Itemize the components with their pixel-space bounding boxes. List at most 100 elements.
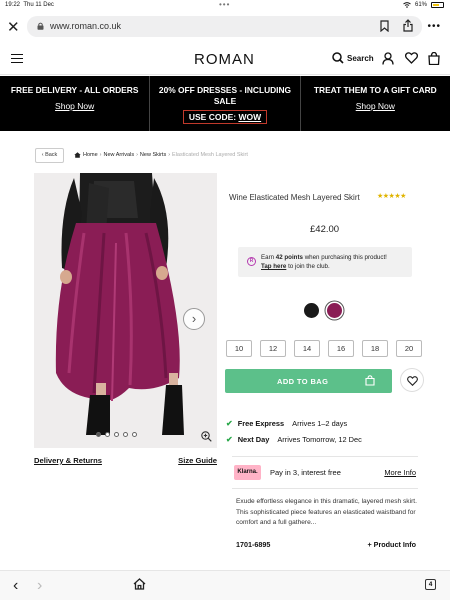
promo-title: TREAT THEM TO A GIFT CARD [313, 85, 437, 95]
site-header: ROMAN Search [0, 44, 450, 75]
breadcrumb-separator: › [99, 152, 102, 158]
browser-forward-icon[interactable]: › [37, 577, 42, 595]
delivery-detail: Arrives 1–2 days [292, 419, 348, 428]
loyalty-post: when purchasing this product! [302, 254, 387, 261]
bag-icon [365, 375, 375, 386]
loyalty-points: 42 points [275, 254, 303, 261]
heart-icon [407, 376, 418, 386]
breadcrumb: Home › New Arrivals › New Skirts › Elast… [74, 152, 248, 158]
status-date: Thu 11 Dec [23, 2, 54, 8]
next-image-arrow-icon[interactable]: › [183, 308, 205, 330]
carousel-dot[interactable] [96, 432, 101, 437]
product-code: 1701-6895 [236, 540, 271, 549]
status-bar: 19:22 Thu 11 Dec ••• 61% [0, 0, 450, 10]
breadcrumb-separator: › [168, 152, 171, 158]
product-name: Wine Elasticated Mesh Layered Skirt [229, 193, 360, 202]
status-time: 19:22 [5, 2, 21, 8]
delivery-option-next-day: ✔ Next Day Arrives Tomorrow, 12 Dec [226, 435, 362, 444]
loyalty-join-link[interactable]: Tap here [261, 263, 286, 270]
back-button[interactable]: ‹ Back [35, 148, 64, 163]
klarna-more-info-link[interactable]: More Info [384, 468, 416, 477]
search-label: Search [347, 53, 374, 63]
size-guide-link[interactable]: Size Guide [178, 456, 217, 465]
browser-home-icon[interactable] [133, 578, 146, 590]
share-icon[interactable] [403, 19, 413, 32]
size-option[interactable]: 16 [328, 340, 354, 357]
multitask-dots-icon[interactable]: ••• [219, 0, 230, 9]
promo-code-prefix: USE CODE: [188, 112, 239, 122]
size-selector: 10 12 14 16 18 20 [226, 340, 422, 357]
klarna-logo: Klarna. [234, 465, 261, 480]
account-icon[interactable] [382, 52, 394, 65]
product-image[interactable]: › [34, 173, 217, 448]
rating-stars-icon[interactable]: ★★★★★ [377, 192, 406, 200]
product-description: Exude effortless elegance in this dramat… [236, 498, 417, 526]
size-option[interactable]: 12 [260, 340, 286, 357]
hamburger-menu-icon[interactable] [11, 54, 23, 63]
tabs-count-icon[interactable]: 4 [425, 579, 436, 590]
promo-title: 20% OFF DRESSES - INCLUDING SALE [158, 85, 292, 106]
browser-back-icon[interactable]: ‹ [13, 577, 18, 595]
bookmark-icon[interactable] [380, 20, 389, 32]
carousel-dots [96, 432, 137, 437]
add-to-wishlist-button[interactable] [400, 368, 424, 392]
zoom-in-icon[interactable] [201, 431, 212, 442]
breadcrumb-home[interactable]: Home [83, 152, 98, 158]
colour-swatches [304, 303, 342, 318]
loyalty-link-post: to join the club. [286, 263, 330, 270]
check-icon: ✔ [226, 435, 233, 444]
size-option[interactable]: 20 [396, 340, 422, 357]
size-option[interactable]: 18 [362, 340, 388, 357]
promo-banner: FREE DELIVERY - ALL ORDERS Shop Now 20% … [0, 76, 450, 131]
site-logo[interactable]: ROMAN [194, 51, 255, 68]
search-icon [332, 52, 344, 64]
lock-icon [37, 22, 44, 30]
promo-title: FREE DELIVERY - ALL ORDERS [10, 85, 139, 95]
carousel-dot[interactable] [123, 432, 128, 437]
klarna-row: Klarna. Pay in 3, interest free More Inf… [234, 465, 418, 481]
promo-shop-now-link[interactable]: Shop Now [356, 101, 395, 111]
loyalty-text: Earn 42 points when purchasing this prod… [261, 253, 387, 271]
size-option[interactable]: 14 [294, 340, 320, 357]
divider [232, 488, 418, 489]
close-tab-icon[interactable]: ✕ [7, 18, 20, 36]
status-right: 61% [403, 2, 444, 8]
promo-dresses[interactable]: 20% OFF DRESSES - INCLUDING SALE USE COD… [149, 76, 299, 131]
breadcrumb-new-skirts[interactable]: New Skirts [140, 152, 166, 158]
delivery-option-express: ✔ Free Express Arrives 1–2 days [226, 419, 347, 428]
promo-code: WOW [238, 112, 262, 122]
promo-gift-card[interactable]: TREAT THEM TO A GIFT CARD Shop Now [299, 76, 450, 131]
status-time-date: 19:22 Thu 11 Dec [5, 2, 54, 8]
address-bar[interactable]: www.roman.co.uk [27, 16, 422, 37]
wishlist-heart-icon[interactable] [405, 52, 418, 64]
wifi-icon [403, 2, 411, 8]
loyalty-r-icon: R [247, 257, 256, 266]
more-options-icon[interactable]: ••• [427, 21, 441, 32]
battery-icon [431, 2, 444, 8]
check-icon: ✔ [226, 419, 233, 428]
url-text: www.roman.co.uk [50, 21, 122, 31]
swatch-black[interactable] [304, 303, 319, 318]
bag-icon[interactable] [428, 52, 440, 65]
browser-toolbar: ✕ www.roman.co.uk ••• [0, 12, 450, 42]
klarna-text: Pay in 3, interest free [270, 468, 341, 477]
browser-bottom-toolbar: ‹ › 4 [0, 570, 450, 600]
delivery-returns-link[interactable]: Delivery & Returns [34, 456, 102, 465]
add-to-bag-button[interactable]: ADD TO BAG [225, 369, 392, 393]
search-button[interactable]: Search [332, 52, 374, 64]
swatch-wine[interactable] [327, 303, 342, 318]
home-icon[interactable] [74, 152, 81, 158]
carousel-dot[interactable] [114, 432, 119, 437]
carousel-dot[interactable] [105, 432, 110, 437]
breadcrumb-current: Elasticated Mesh Layered Skirt [172, 152, 248, 158]
promo-free-delivery[interactable]: FREE DELIVERY - ALL ORDERS Shop Now [0, 76, 149, 131]
size-option[interactable]: 10 [226, 340, 252, 357]
product-info-toggle[interactable]: + Product Info [367, 540, 416, 549]
carousel-dot[interactable] [132, 432, 137, 437]
breadcrumb-separator: › [136, 152, 138, 158]
delivery-detail: Arrives Tomorrow, 12 Dec [277, 435, 362, 444]
delivery-label: Free Express [237, 419, 285, 428]
loyalty-pre: Earn [261, 254, 276, 261]
breadcrumb-new-arrivals[interactable]: New Arrivals [104, 152, 135, 158]
promo-shop-now-link[interactable]: Shop Now [55, 101, 94, 111]
